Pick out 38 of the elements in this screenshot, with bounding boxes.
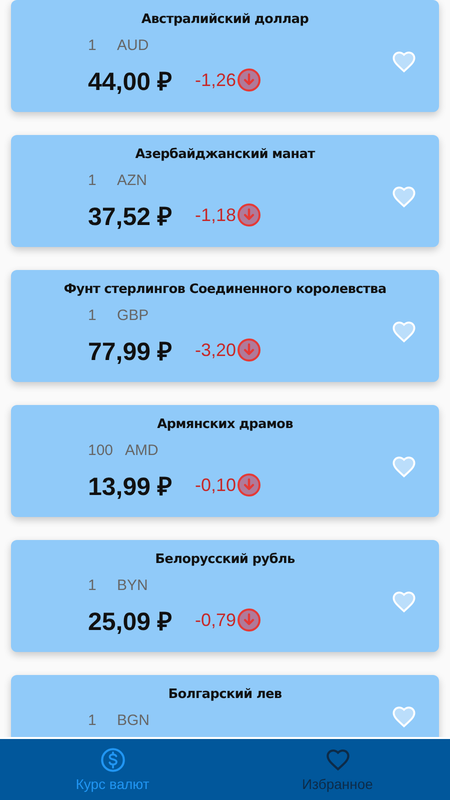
- nominal: 1: [88, 712, 98, 731]
- currency-name: Белорусский рубль: [154, 552, 296, 567]
- currency-code: BGN: [117, 712, 150, 731]
- rate-change: -0,10: [195, 474, 236, 496]
- currency-code: BYN: [117, 577, 148, 596]
- dollar-coin-icon: [100, 747, 126, 773]
- exchange-rate: 37,52 ₽: [88, 202, 174, 232]
- favorite-heart-icon[interactable]: [391, 184, 417, 210]
- favorite-heart-icon[interactable]: [391, 319, 417, 345]
- nominal: 1: [88, 37, 98, 56]
- currency-name: Азербайджанский манат: [134, 147, 316, 162]
- currency-code: GBP: [117, 307, 149, 326]
- currency-name: Болгарский лев: [167, 687, 283, 702]
- currency-code: AMD: [125, 442, 158, 461]
- nominal: 100: [88, 442, 114, 461]
- nominal: 1: [88, 307, 98, 326]
- exchange-rate: 44,00 ₽: [88, 67, 174, 97]
- nav-tab[interactable]: Избранное: [225, 739, 450, 800]
- favorite-heart-icon[interactable]: [391, 589, 417, 615]
- favorite-heart-icon[interactable]: [391, 49, 417, 75]
- currency-name: Австралийский доллар: [140, 12, 310, 27]
- exchange-rate: 25,09 ₽: [88, 607, 174, 637]
- heart-icon: [324, 747, 350, 773]
- rate-change: -1,26: [195, 70, 236, 90]
- currency-name: Фунт стерлингов Соединенного королевства: [62, 282, 388, 297]
- rate-change: -0,79: [195, 610, 236, 630]
- favorite-heart-icon[interactable]: [391, 454, 417, 480]
- exchange-rate: 77,99 ₽: [88, 337, 174, 367]
- nominal: 1: [88, 172, 98, 191]
- rate-change: -1,18: [195, 204, 236, 226]
- exchange-rate: 13,99 ₽: [88, 472, 174, 502]
- currency-code: AUD: [117, 37, 149, 56]
- currency-name: Армянских драмов: [156, 417, 294, 432]
- favorite-heart-icon[interactable]: [391, 704, 417, 730]
- nominal: 1: [88, 577, 98, 596]
- nav-tab[interactable]: Курс валют: [0, 739, 225, 800]
- rate-change: -3,20: [195, 340, 236, 360]
- currency-code: AZN: [117, 172, 147, 191]
